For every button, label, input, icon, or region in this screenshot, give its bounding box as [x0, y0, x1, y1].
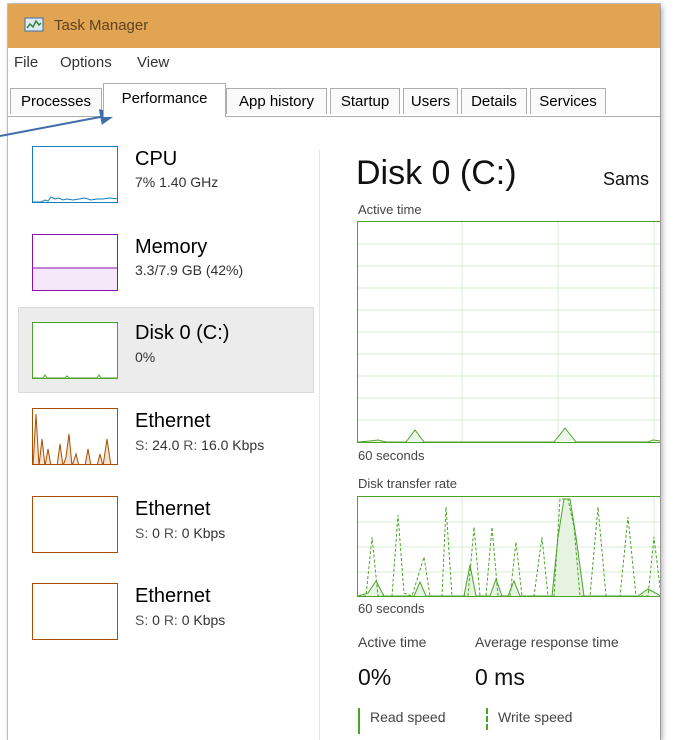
tab-performance[interactable]: Performance — [103, 83, 226, 117]
